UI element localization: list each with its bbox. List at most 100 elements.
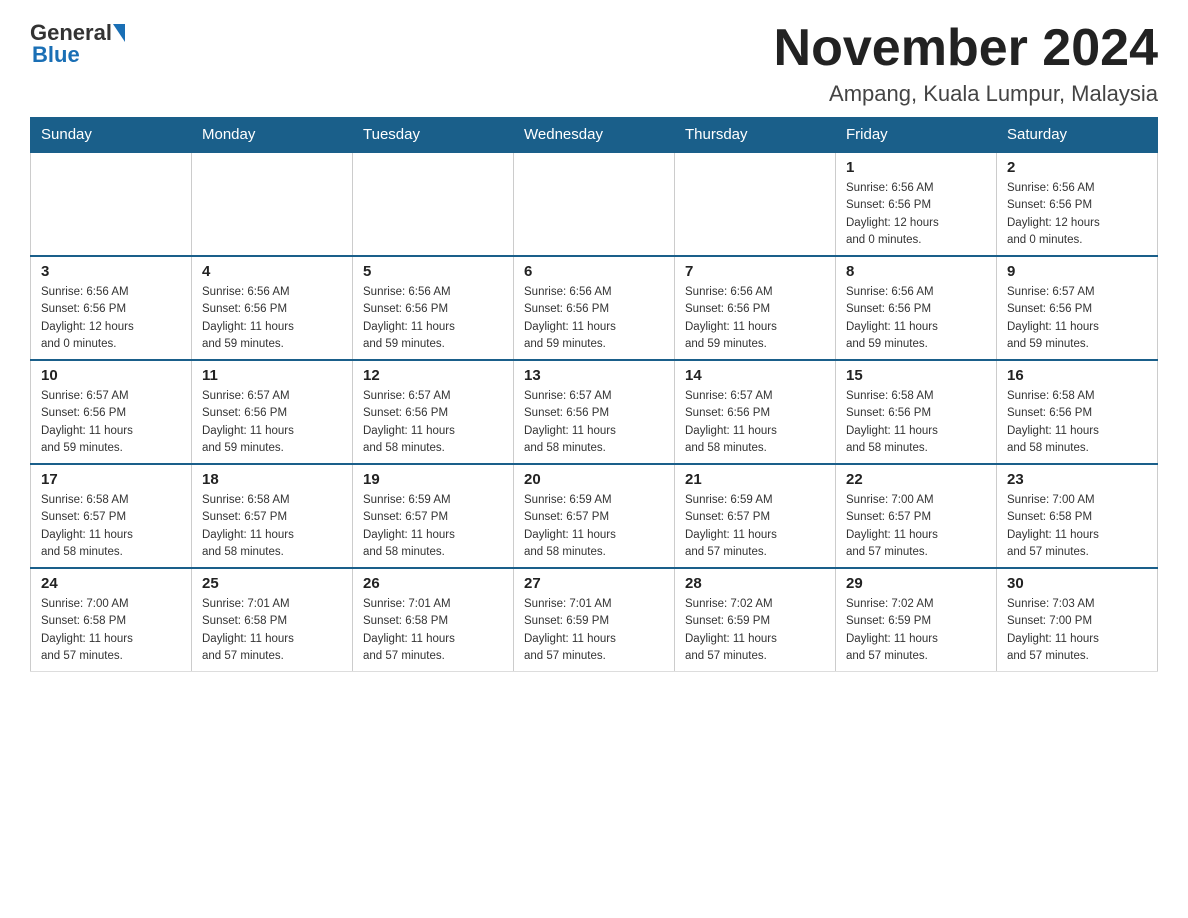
cell-week4-day2: 19 Sunrise: 6:59 AMSunset: 6:57 PMDayligh…	[353, 464, 514, 568]
day-info: Sunrise: 6:57 AMSunset: 6:56 PMDaylight:…	[524, 388, 664, 457]
day-number: 5	[363, 263, 503, 280]
week-row-3: 10Sunrise: 6:57 AMSunset: 6:56 PMDayligh…	[31, 360, 1158, 464]
logo-triangle-icon	[113, 24, 125, 42]
day-info: Sunrise: 6:56 AMSunset: 6:56 PMDaylight:…	[685, 284, 825, 353]
cell-week1-day0	[31, 152, 192, 256]
day-number: 1	[846, 159, 986, 176]
cell-week5-day4: 28Sunrise: 7:02 AMSunset: 6:59 PMDayligh…	[675, 568, 836, 672]
header-wednesday: Wednesday	[514, 118, 675, 153]
cell-week5-day1: 25 Sunrise: 7:01 AMSunset: 6:58 PMDayligh…	[192, 568, 353, 672]
day-number: 20	[524, 471, 664, 488]
day-number: 15	[846, 367, 986, 384]
logo-blue: Blue	[32, 42, 80, 67]
day-info: Sunrise: 7:02 AMSunset: 6:59 PMDaylight:…	[685, 596, 825, 665]
calendar-table: Sunday Monday Tuesday Wednesday Thursday…	[30, 117, 1158, 672]
day-number: 6	[524, 263, 664, 280]
day-info: Sunrise: 6:56 AMSunset: 6:56 PMDaylight:…	[846, 180, 986, 249]
day-info: Sunrise: 7:01 AMSunset: 6:58 PMDaylight:…	[202, 596, 342, 665]
cell-week4-day1: 18 Sunrise: 6:58 AMSunset: 6:57 PMDayligh…	[192, 464, 353, 568]
header-saturday: Saturday	[997, 118, 1158, 153]
day-number: 29	[846, 575, 986, 592]
cell-week2-day3: 6Sunrise: 6:56 AMSunset: 6:56 PMDaylight…	[514, 256, 675, 360]
day-number: 8	[846, 263, 986, 280]
day-number: 12	[363, 367, 503, 384]
day-info: Sunrise: 6:58 AMSunset: 6:57 PMDaylight:…	[202, 492, 342, 561]
cell-week5-day5: 29Sunrise: 7:02 AMSunset: 6:59 PMDayligh…	[836, 568, 997, 672]
day-number: 17	[41, 471, 181, 488]
cell-week3-day1: 11 Sunrise: 6:57 AMSunset: 6:56 PMDayligh…	[192, 360, 353, 464]
cell-week2-day6: 9 Sunrise: 6:57 AMSunset: 6:56 PMDaylight…	[997, 256, 1158, 360]
day-info: Sunrise: 6:56 AMSunset: 6:56 PMDaylight:…	[41, 284, 181, 353]
day-info: Sunrise: 6:57 AMSunset: 6:56 PMDaylight:…	[685, 388, 825, 457]
day-info: Sunrise: 6:56 AMSunset: 6:56 PMDaylight:…	[363, 284, 503, 353]
week-row-1: 1 Sunrise: 6:56 AMSunset: 6:56 PMDaylight…	[31, 152, 1158, 256]
cell-week3-day4: 14 Sunrise: 6:57 AMSunset: 6:56 PMDayligh…	[675, 360, 836, 464]
day-info: Sunrise: 6:56 AMSunset: 6:56 PMDaylight:…	[202, 284, 342, 353]
day-info: Sunrise: 6:58 AMSunset: 6:56 PMDaylight:…	[1007, 388, 1147, 457]
day-info: Sunrise: 6:56 AMSunset: 6:56 PMDaylight:…	[846, 284, 986, 353]
header-friday: Friday	[836, 118, 997, 153]
day-info: Sunrise: 7:00 AMSunset: 6:58 PMDaylight:…	[41, 596, 181, 665]
day-info: Sunrise: 6:59 AMSunset: 6:57 PMDaylight:…	[524, 492, 664, 561]
day-number: 23	[1007, 471, 1147, 488]
day-number: 21	[685, 471, 825, 488]
header-tuesday: Tuesday	[353, 118, 514, 153]
day-number: 27	[524, 575, 664, 592]
week-row-2: 3Sunrise: 6:56 AMSunset: 6:56 PMDaylight…	[31, 256, 1158, 360]
day-number: 14	[685, 367, 825, 384]
cell-week2-day1: 4 Sunrise: 6:56 AMSunset: 6:56 PMDaylight…	[192, 256, 353, 360]
cell-week1-day3	[514, 152, 675, 256]
cell-week5-day2: 26Sunrise: 7:01 AMSunset: 6:58 PMDayligh…	[353, 568, 514, 672]
logo: General Blue	[30, 20, 126, 68]
day-info: Sunrise: 7:00 AMSunset: 6:57 PMDaylight:…	[846, 492, 986, 561]
cell-week1-day5: 1 Sunrise: 6:56 AMSunset: 6:56 PMDaylight…	[836, 152, 997, 256]
location-subtitle: Ampang, Kuala Lumpur, Malaysia	[774, 81, 1158, 107]
cell-week4-day6: 23 Sunrise: 7:00 AMSunset: 6:58 PMDayligh…	[997, 464, 1158, 568]
day-info: Sunrise: 6:56 AMSunset: 6:56 PMDaylight:…	[1007, 180, 1147, 249]
cell-week3-day5: 15 Sunrise: 6:58 AMSunset: 6:56 PMDayligh…	[836, 360, 997, 464]
header-sunday: Sunday	[31, 118, 192, 153]
cell-week5-day0: 24 Sunrise: 7:00 AMSunset: 6:58 PMDayligh…	[31, 568, 192, 672]
cell-week1-day4	[675, 152, 836, 256]
cell-week2-day2: 5 Sunrise: 6:56 AMSunset: 6:56 PMDaylight…	[353, 256, 514, 360]
header-monday: Monday	[192, 118, 353, 153]
day-number: 24	[41, 575, 181, 592]
day-number: 25	[202, 575, 342, 592]
page-header: General Blue November 2024 Ampang, Kuala…	[30, 20, 1158, 107]
cell-week3-day2: 12 Sunrise: 6:57 AMSunset: 6:56 PMDayligh…	[353, 360, 514, 464]
day-info: Sunrise: 6:59 AMSunset: 6:57 PMDaylight:…	[363, 492, 503, 561]
day-info: Sunrise: 6:57 AMSunset: 6:56 PMDaylight:…	[1007, 284, 1147, 353]
header-thursday: Thursday	[675, 118, 836, 153]
day-number: 16	[1007, 367, 1147, 384]
day-info: Sunrise: 6:57 AMSunset: 6:56 PMDaylight:…	[202, 388, 342, 457]
day-info: Sunrise: 6:57 AMSunset: 6:56 PMDaylight:…	[363, 388, 503, 457]
day-info: Sunrise: 7:03 AMSunset: 7:00 PMDaylight:…	[1007, 596, 1147, 665]
day-number: 4	[202, 263, 342, 280]
day-info: Sunrise: 6:58 AMSunset: 6:56 PMDaylight:…	[846, 388, 986, 457]
cell-week3-day3: 13Sunrise: 6:57 AMSunset: 6:56 PMDayligh…	[514, 360, 675, 464]
cell-week4-day0: 17 Sunrise: 6:58 AMSunset: 6:57 PMDayligh…	[31, 464, 192, 568]
day-number: 18	[202, 471, 342, 488]
cell-week4-day3: 20 Sunrise: 6:59 AMSunset: 6:57 PMDayligh…	[514, 464, 675, 568]
day-info: Sunrise: 6:58 AMSunset: 6:57 PMDaylight:…	[41, 492, 181, 561]
day-number: 30	[1007, 575, 1147, 592]
cell-week2-day5: 8 Sunrise: 6:56 AMSunset: 6:56 PMDaylight…	[836, 256, 997, 360]
cell-week1-day1	[192, 152, 353, 256]
day-number: 19	[363, 471, 503, 488]
week-row-4: 17 Sunrise: 6:58 AMSunset: 6:57 PMDayligh…	[31, 464, 1158, 568]
cell-week4-day4: 21Sunrise: 6:59 AMSunset: 6:57 PMDayligh…	[675, 464, 836, 568]
cell-week2-day0: 3Sunrise: 6:56 AMSunset: 6:56 PMDaylight…	[31, 256, 192, 360]
cell-week5-day3: 27Sunrise: 7:01 AMSunset: 6:59 PMDayligh…	[514, 568, 675, 672]
month-title: November 2024	[774, 20, 1158, 77]
day-info: Sunrise: 7:01 AMSunset: 6:58 PMDaylight:…	[363, 596, 503, 665]
cell-week5-day6: 30 Sunrise: 7:03 AMSunset: 7:00 PMDayligh…	[997, 568, 1158, 672]
title-area: November 2024 Ampang, Kuala Lumpur, Mala…	[774, 20, 1158, 107]
day-info: Sunrise: 7:00 AMSunset: 6:58 PMDaylight:…	[1007, 492, 1147, 561]
day-number: 11	[202, 367, 342, 384]
weekday-header-row: Sunday Monday Tuesday Wednesday Thursday…	[31, 118, 1158, 153]
cell-week1-day2	[353, 152, 514, 256]
cell-week1-day6: 2Sunrise: 6:56 AMSunset: 6:56 PMDaylight…	[997, 152, 1158, 256]
week-row-5: 24 Sunrise: 7:00 AMSunset: 6:58 PMDayligh…	[31, 568, 1158, 672]
day-number: 9	[1007, 263, 1147, 280]
day-info: Sunrise: 6:57 AMSunset: 6:56 PMDaylight:…	[41, 388, 181, 457]
